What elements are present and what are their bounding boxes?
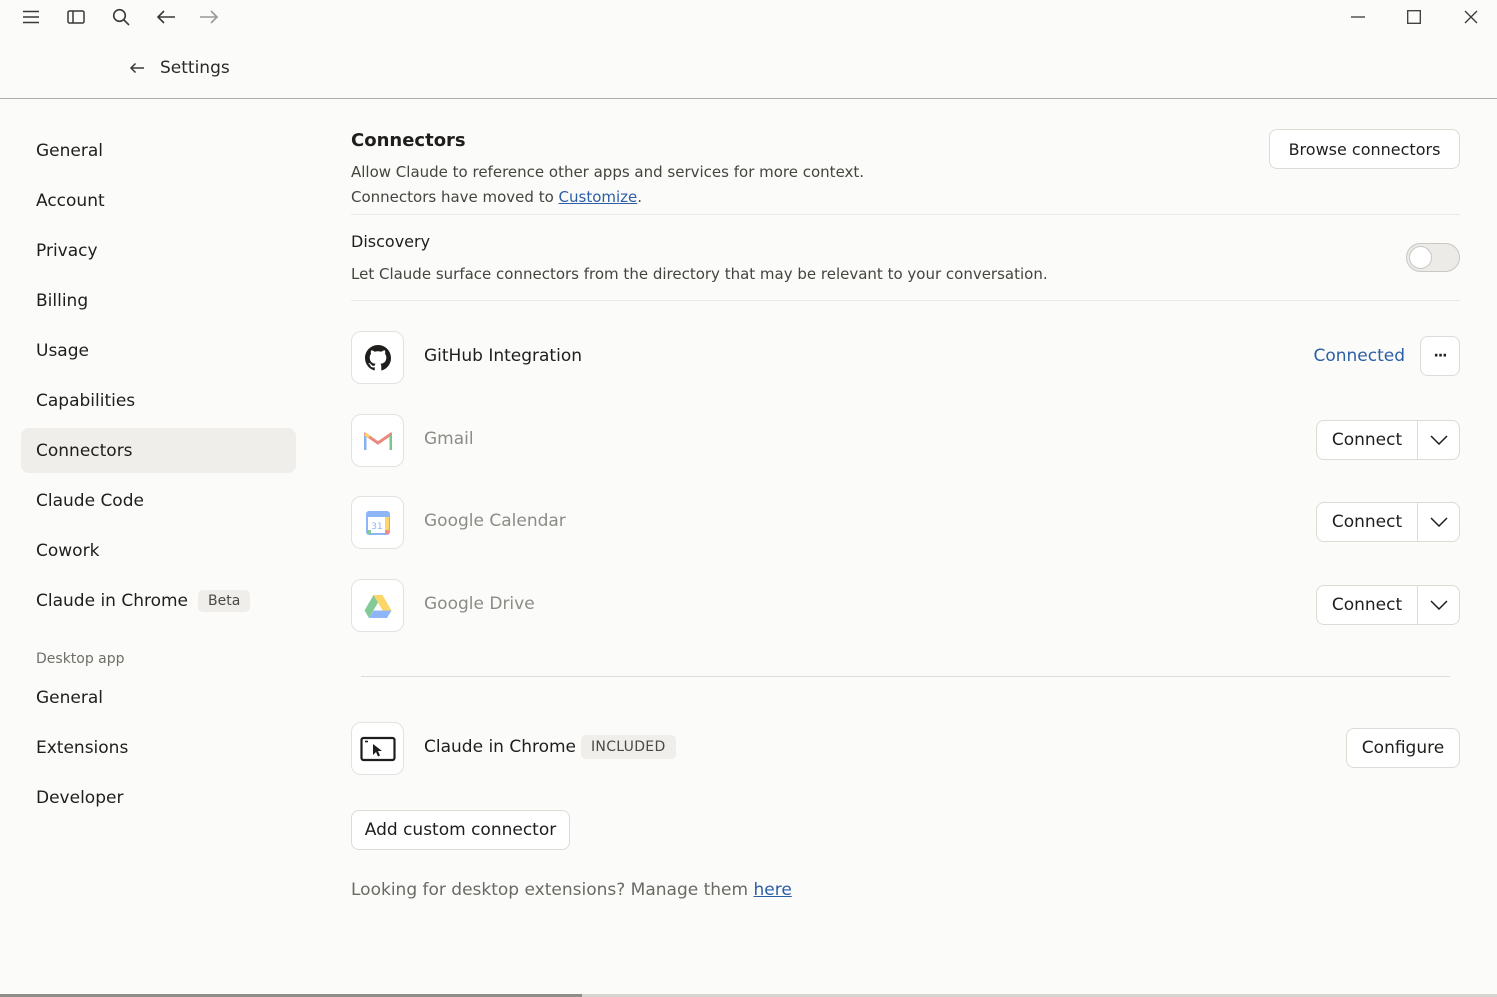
page-title: Settings xyxy=(160,58,230,78)
section-description: Allow Claude to reference other apps and… xyxy=(351,160,864,210)
sidebar-item-label: Account xyxy=(36,190,105,211)
footer-note: Looking for desktop extensions? Manage t… xyxy=(351,880,792,900)
sidebar-item-label: Capabilities xyxy=(36,390,136,411)
included-badge: INCLUDED xyxy=(581,735,676,759)
sidebar-item-label: Developer xyxy=(36,787,124,808)
sidebar-item-label: Claude in Chrome xyxy=(36,590,189,611)
description-text: Allow Claude to reference other apps and… xyxy=(351,163,865,181)
sidebar-item-claude-in-chrome[interactable]: Claude in Chrome Beta xyxy=(21,578,296,623)
ellipsis-icon: ··· xyxy=(1433,348,1448,364)
arrow-left-icon xyxy=(129,62,144,74)
sidebar-item-claude-code[interactable]: Claude Code xyxy=(21,478,296,523)
google-drive-icon xyxy=(351,579,404,632)
sidebar-item-label: General xyxy=(36,140,103,161)
connect-split-button: Connect xyxy=(1316,420,1460,460)
sidebar-item-general[interactable]: General xyxy=(21,128,296,173)
settings-sidebar: General Account Privacy Billing Usage Ca… xyxy=(21,128,296,825)
chevron-down-icon[interactable] xyxy=(1418,421,1459,459)
divider xyxy=(361,676,1450,677)
connector-name: Gmail xyxy=(424,429,474,449)
chevron-down-icon[interactable] xyxy=(1418,503,1459,541)
settings-back-button[interactable] xyxy=(124,55,150,81)
connector-row-gmail: Gmail Connect xyxy=(351,414,1460,468)
sidebar-item-label: Claude Code xyxy=(36,490,144,511)
sidebar-item-label: Privacy xyxy=(36,240,98,261)
sidebar-item-label: Extensions xyxy=(36,737,129,758)
connect-split-button: Connect xyxy=(1316,502,1460,542)
connected-status-link[interactable]: Connected xyxy=(1313,346,1405,366)
browse-connectors-button[interactable]: Browse connectors xyxy=(1269,129,1460,169)
moved-suffix: . xyxy=(637,188,643,206)
desktop-app-section-heading: Desktop app xyxy=(36,651,125,667)
back-nav-icon[interactable] xyxy=(154,5,178,29)
manage-extensions-link[interactable]: here xyxy=(753,880,791,900)
connector-name: GitHub Integration xyxy=(424,346,582,366)
toggle-knob xyxy=(1409,246,1432,269)
more-options-button[interactable]: ··· xyxy=(1420,336,1460,376)
customize-link[interactable]: Customize xyxy=(559,188,638,206)
gmail-icon xyxy=(351,414,404,467)
connector-row-google-calendar: 31 Google Calendar Connect xyxy=(351,496,1460,550)
sidebar-item-connectors[interactable]: Connectors xyxy=(21,428,296,473)
connector-row-github: GitHub Integration Connected ··· xyxy=(351,331,1460,385)
sidebar-item-desktop-general[interactable]: General xyxy=(21,675,296,720)
search-icon[interactable] xyxy=(109,5,133,29)
sidebar-item-developer[interactable]: Developer xyxy=(21,775,296,820)
close-icon[interactable] xyxy=(1459,5,1483,29)
configure-button[interactable]: Configure xyxy=(1346,728,1460,768)
discovery-toggle[interactable] xyxy=(1406,243,1460,272)
sidebar-item-label: Cowork xyxy=(36,540,100,561)
sidebar-item-account[interactable]: Account xyxy=(21,178,296,223)
google-calendar-icon: 31 xyxy=(351,496,404,549)
browser-cursor-icon xyxy=(351,722,404,775)
github-icon xyxy=(351,331,404,384)
connect-split-button: Connect xyxy=(1316,585,1460,625)
connector-row-claude-in-chrome: Claude in Chrome INCLUDED Configure xyxy=(351,722,1460,776)
section-title: Connectors xyxy=(351,130,466,151)
moved-notice: Connectors have moved to Customize. xyxy=(351,185,864,210)
footer-prefix: Looking for desktop extensions? Manage t… xyxy=(351,880,754,900)
title-bar xyxy=(0,0,1497,34)
header-divider xyxy=(0,98,1497,99)
sidebar-item-billing[interactable]: Billing xyxy=(21,278,296,323)
forward-nav-icon[interactable] xyxy=(197,5,221,29)
connect-button[interactable]: Connect xyxy=(1317,586,1418,624)
sidebar-item-label: Connectors xyxy=(36,440,133,461)
connector-row-google-drive: Google Drive Connect xyxy=(351,579,1460,633)
sidebar-item-label: Usage xyxy=(36,340,89,361)
chevron-down-icon[interactable] xyxy=(1418,586,1459,624)
sidebar-item-usage[interactable]: Usage xyxy=(21,328,296,373)
connect-button[interactable]: Connect xyxy=(1317,421,1418,459)
sidebar-item-extensions[interactable]: Extensions xyxy=(21,725,296,770)
connector-name: Google Calendar xyxy=(424,511,566,531)
calendar-day-label: 31 xyxy=(371,522,382,532)
connector-name: Google Drive xyxy=(424,594,535,614)
menu-icon[interactable] xyxy=(19,5,43,29)
minimize-icon[interactable] xyxy=(1346,5,1370,29)
connector-name: Claude in Chrome xyxy=(424,737,577,757)
connect-button[interactable]: Connect xyxy=(1317,503,1418,541)
discovery-title: Discovery xyxy=(351,232,431,251)
divider xyxy=(351,214,1460,215)
settings-header: Settings xyxy=(124,52,230,84)
divider xyxy=(351,300,1460,301)
sidebar-toggle-icon[interactable] xyxy=(64,5,88,29)
add-custom-connector-button[interactable]: Add custom connector xyxy=(351,810,570,850)
discovery-description: Let Claude surface connectors from the d… xyxy=(351,265,1048,283)
sidebar-item-cowork[interactable]: Cowork xyxy=(21,528,296,573)
sidebar-item-label: Billing xyxy=(36,290,89,311)
beta-badge: Beta xyxy=(198,589,251,612)
moved-prefix: Connectors have moved to xyxy=(351,188,559,206)
maximize-icon[interactable] xyxy=(1402,5,1426,29)
sidebar-item-capabilities[interactable]: Capabilities xyxy=(21,378,296,423)
sidebar-item-label: General xyxy=(36,687,103,708)
sidebar-item-privacy[interactable]: Privacy xyxy=(21,228,296,273)
